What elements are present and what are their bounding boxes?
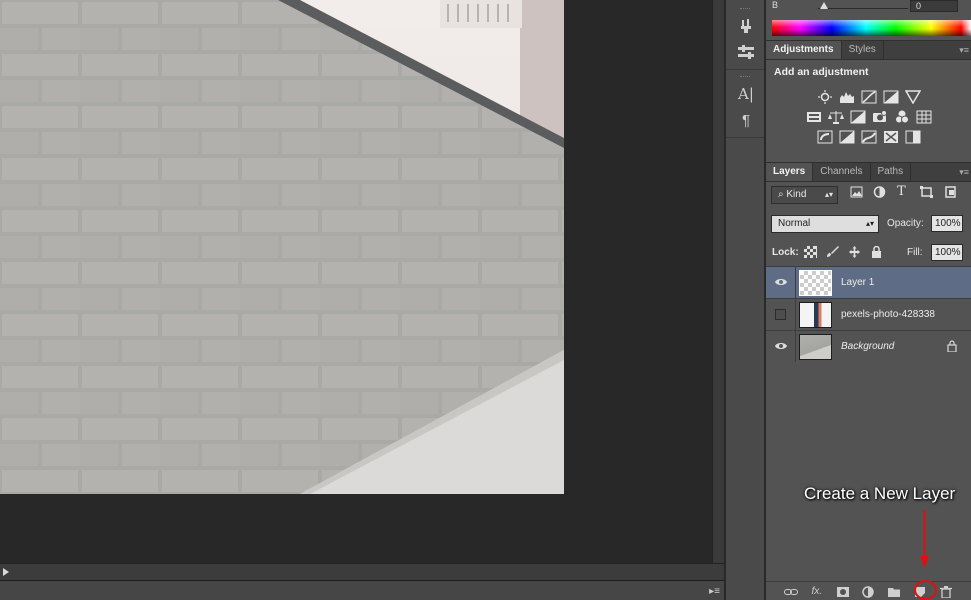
- threshold-icon[interactable]: [861, 130, 877, 144]
- panel-dock-icons: A| ¶: [725, 0, 765, 600]
- lock-transparent-icon[interactable]: [804, 246, 817, 258]
- layers-footer: fx.: [766, 581, 971, 600]
- filter-kind-select[interactable]: ⌕ Kind ▴▾: [771, 186, 838, 204]
- character-icon[interactable]: A|: [726, 81, 766, 107]
- lock-all-icon[interactable]: [870, 245, 883, 258]
- type-filter-icon[interactable]: T: [897, 184, 910, 199]
- channel-value-field[interactable]: 0: [910, 0, 958, 12]
- adjustment-layer-icon[interactable]: [861, 585, 875, 598]
- channel-slider[interactable]: [818, 0, 908, 9]
- opacity-field[interactable]: 100%: [931, 215, 963, 232]
- visibility-toggle[interactable]: [766, 331, 796, 362]
- tab-paths[interactable]: Paths: [871, 163, 912, 181]
- curves-icon[interactable]: [861, 90, 877, 104]
- selective-color-icon[interactable]: [883, 130, 899, 144]
- opacity-label: Opacity:: [887, 218, 924, 229]
- eye-icon: [774, 277, 787, 289]
- document-canvas[interactable]: [0, 0, 712, 563]
- layer-name[interactable]: pexels-photo-428338: [841, 309, 935, 320]
- tab-layers[interactable]: Layers: [766, 163, 814, 181]
- layers-panel: Layers Channels Paths ▾≡ ⌕ Kind ▴▾ T Norm…: [766, 162, 971, 600]
- adjustments-panel: Adjustments Styles ▾≡ Add an adjustment: [766, 40, 971, 160]
- invert-icon[interactable]: [817, 130, 833, 144]
- shape-filter-icon[interactable]: [920, 186, 933, 198]
- adjustments-header: Add an adjustment: [774, 66, 869, 78]
- visibility-toggle[interactable]: [766, 267, 796, 298]
- color-lookup-icon[interactable]: [916, 110, 932, 124]
- fill-field[interactable]: 100%: [931, 244, 963, 261]
- layer-thumbnail: [799, 302, 832, 328]
- status-menu-icon[interactable]: ▸≡: [709, 586, 720, 597]
- fill-label: Fill:: [907, 247, 923, 258]
- adjustments-tabs: Adjustments Styles ▾≡: [766, 41, 971, 60]
- tab-adjustments[interactable]: Adjustments: [766, 41, 842, 59]
- layers-tabs: Layers Channels Paths ▾≡: [766, 163, 971, 182]
- brightness-contrast-icon[interactable]: [817, 90, 833, 104]
- panels-column: B 0 Adjustments Styles ▾≡ Add an adjustm…: [766, 0, 971, 600]
- blend-mode-select[interactable]: Normal ▴▾: [771, 215, 879, 233]
- brush-tool-icon[interactable]: [726, 13, 766, 39]
- exposure-icon[interactable]: [883, 90, 899, 104]
- lock-position-icon[interactable]: [848, 246, 861, 258]
- wall-photo: [0, 0, 564, 494]
- layer-thumbnail: [799, 270, 832, 296]
- color-balance-icon[interactable]: [827, 110, 844, 124]
- blend-mode-label: Normal: [778, 218, 811, 229]
- blend-row: Normal ▴▾ Opacity: 100%: [766, 210, 971, 238]
- pixel-filter-icon[interactable]: [850, 186, 863, 198]
- photo-filter-icon[interactable]: [872, 110, 888, 124]
- vibrance-icon[interactable]: [904, 90, 921, 104]
- eye-icon: [774, 341, 787, 353]
- dock-grip[interactable]: [740, 8, 750, 11]
- visibility-toggle[interactable]: [766, 299, 796, 330]
- annotation-arrow-icon: [920, 510, 929, 568]
- lock-icon: [947, 340, 957, 353]
- hidden-box-icon: [775, 309, 786, 320]
- lock-pixels-icon[interactable]: [826, 246, 839, 258]
- vertical-scrollbar[interactable]: [712, 0, 724, 580]
- channel-label: B: [772, 0, 779, 10]
- lock-label: Lock:: [772, 247, 799, 258]
- layer-name[interactable]: Layer 1: [841, 277, 874, 288]
- layer-row-pexels-photo[interactable]: pexels-photo-428338: [766, 298, 971, 330]
- layer-name[interactable]: Background: [841, 341, 894, 352]
- scroll-right-arrow-icon[interactable]: [3, 568, 9, 576]
- panel-menu-icon[interactable]: ▾≡: [959, 167, 969, 178]
- hue-saturation-icon[interactable]: [806, 110, 822, 124]
- color-panel: B 0: [766, 0, 971, 40]
- annotation-label: Create a New Layer: [804, 484, 956, 503]
- panel-menu-icon[interactable]: ▾≡: [959, 45, 969, 56]
- color-ramp[interactable]: [772, 20, 971, 36]
- fx-icon[interactable]: fx.: [810, 586, 824, 598]
- tab-styles[interactable]: Styles: [842, 41, 884, 59]
- lock-row: Lock: Fill: 100%: [766, 238, 971, 266]
- levels-icon[interactable]: [839, 90, 855, 104]
- channel-mixer-icon[interactable]: [894, 110, 910, 124]
- slider-handle-icon[interactable]: [820, 2, 828, 9]
- posterize-icon[interactable]: [839, 130, 855, 144]
- adjustment-filter-icon[interactable]: [873, 186, 886, 198]
- dock-grip[interactable]: [740, 76, 750, 79]
- filter-kind-label: Kind: [786, 189, 807, 200]
- paragraph-icon[interactable]: ¶: [726, 107, 766, 133]
- layer-thumbnail: [799, 334, 832, 360]
- gradient-map-icon[interactable]: [905, 130, 921, 144]
- annotation-highlight-circle: [914, 580, 937, 600]
- new-group-icon[interactable]: [887, 586, 901, 598]
- filter-row: ⌕ Kind ▴▾ T: [766, 182, 971, 210]
- layer-row-layer-1[interactable]: Layer 1: [766, 266, 971, 298]
- add-mask-icon[interactable]: [836, 586, 850, 598]
- black-white-icon[interactable]: [850, 110, 866, 124]
- delete-layer-icon[interactable]: [939, 585, 953, 598]
- horizontal-scrollbar[interactable]: [0, 563, 724, 580]
- tab-channels[interactable]: Channels: [813, 163, 871, 181]
- photoshop-window: ▸≡ A| ¶ B 0 Adjustments Styles ▾≡ Add an…: [0, 0, 971, 600]
- layer-row-background[interactable]: Background: [766, 330, 971, 362]
- smart-object-filter-icon[interactable]: [944, 186, 957, 198]
- link-layers-icon[interactable]: [783, 586, 798, 598]
- status-bar: ▸≡: [0, 580, 724, 600]
- tool-presets-icon[interactable]: [726, 39, 766, 65]
